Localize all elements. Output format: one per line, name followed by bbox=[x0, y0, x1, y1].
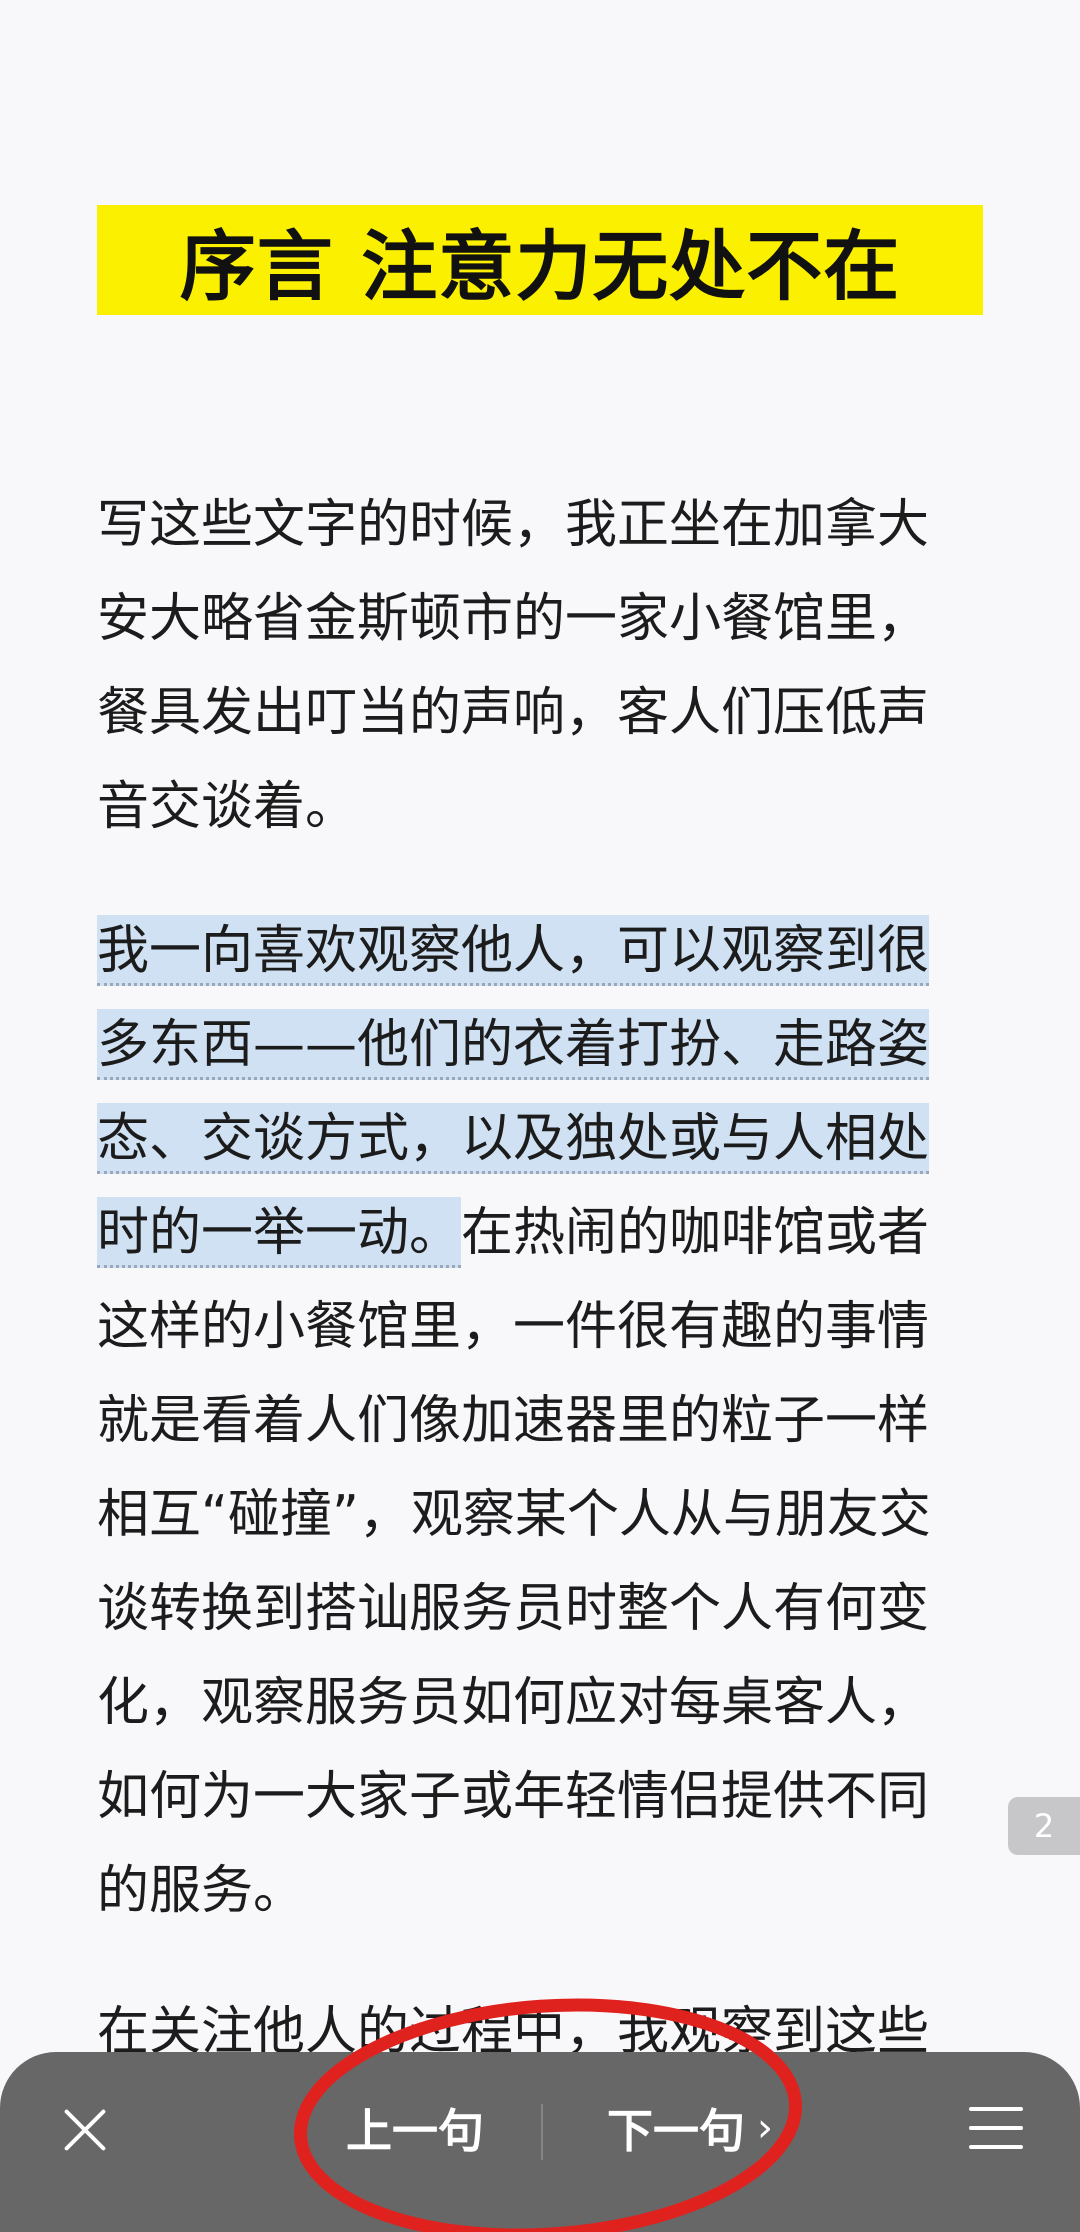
text-line: 相互“碰撞”，观察某个人从与朋友交 bbox=[97, 1485, 931, 1545]
previous-sentence-button[interactable]: 上一句 bbox=[310, 2078, 520, 2178]
text-line: 的服务。 bbox=[97, 1861, 306, 1921]
chapter-title: 序言 注意力无处不在 bbox=[179, 222, 901, 311]
read-aloud-toolbar: 上一句 下一句 › bbox=[0, 2052, 1080, 2232]
page-indicator: 2 bbox=[1008, 1797, 1080, 1855]
text-line: 安大略省金斯顿市的一家小餐馆里， bbox=[97, 589, 930, 649]
paragraph-2: 我一向喜欢观察他人，可以观察到很 多东西——他们的衣着打扮、走路姿 态、交谈方式… bbox=[97, 904, 997, 1938]
text-line: 如何为一大家子或年轻情侣提供不同 bbox=[97, 1767, 930, 1827]
previous-sentence-label: 上一句 bbox=[346, 2104, 484, 2158]
text-line: 餐具发出叮当的声响，客人们压低声 bbox=[97, 683, 930, 743]
highlighted-sentence[interactable]: 我一向喜欢观察他人，可以观察到很 bbox=[97, 915, 930, 986]
text-line: 态、交谈方式，以及独处或与人相处 bbox=[97, 1092, 997, 1186]
text-line: 化，观察服务员如何应对每桌客人， bbox=[97, 1673, 930, 1733]
text-line: 音交谈着。 bbox=[97, 777, 358, 837]
chapter-title-banner: 序言 注意力无处不在 bbox=[97, 205, 983, 315]
chevron-right-icon: › bbox=[757, 2105, 773, 2151]
text-span: 在热闹的咖啡馆或者 bbox=[461, 1203, 930, 1263]
text-line: 这样的小餐馆里，一件很有趣的事情 bbox=[97, 1297, 930, 1357]
text-line: 谈转换到搭讪服务员时整个人有何变 bbox=[97, 1579, 930, 1639]
text-line: 写这些文字的时候，我正坐在加拿大 bbox=[97, 495, 930, 555]
paragraph-1: 写这些文字的时候，我正坐在加拿大 安大略省金斯顿市的一家小餐馆里， 餐具发出叮当… bbox=[97, 478, 997, 854]
highlighted-sentence[interactable]: 多东西——他们的衣着打扮、走路姿 bbox=[97, 1009, 930, 1080]
highlighted-sentence[interactable]: 态、交谈方式，以及独处或与人相处 bbox=[97, 1103, 930, 1174]
reader-page: 序言 注意力无处不在 写这些文字的时候，我正坐在加拿大 安大略省金斯顿市的一家小… bbox=[0, 0, 1080, 2232]
next-sentence-button[interactable]: 下一句 › bbox=[575, 2078, 805, 2178]
close-icon[interactable] bbox=[55, 2100, 115, 2160]
menu-icon[interactable] bbox=[969, 2103, 1023, 2153]
toolbar-divider bbox=[541, 2104, 543, 2160]
text-line: 我一向喜欢观察他人，可以观察到很 bbox=[97, 904, 997, 998]
next-sentence-label: 下一句 bbox=[607, 2104, 745, 2158]
text-line: 就是看着人们像加速器里的粒子一样 bbox=[97, 1391, 930, 1451]
text-line: 时的一举一动。在热闹的咖啡馆或者 bbox=[97, 1186, 997, 1280]
text-line: 多东西——他们的衣着打扮、走路姿 bbox=[97, 998, 997, 1092]
highlighted-sentence[interactable]: 时的一举一动。 bbox=[97, 1197, 462, 1268]
